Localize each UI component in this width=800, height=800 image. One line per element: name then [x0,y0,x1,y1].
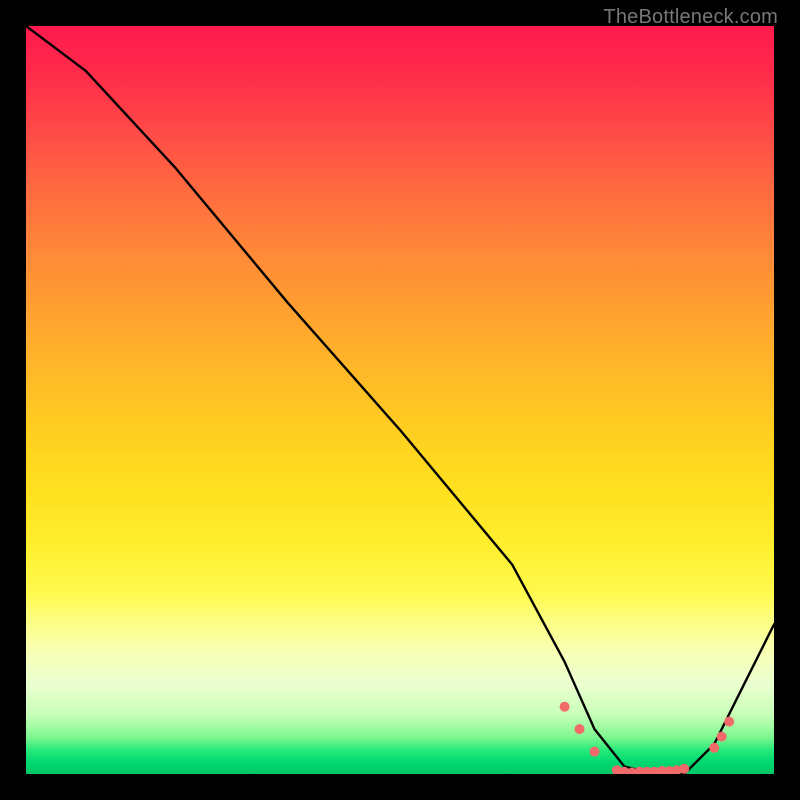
chart-container: TheBottleneck.com [0,0,800,800]
marker-dot [679,764,689,774]
marker-group [560,702,735,774]
marker-dot [560,702,570,712]
marker-dot [590,747,600,757]
watermark-text: TheBottleneck.com [603,6,778,29]
marker-dot [709,743,719,753]
marker-dot [717,732,727,742]
curve-layer [26,26,774,774]
marker-dot [724,717,734,727]
plot-area [26,26,774,774]
marker-dot [575,724,585,734]
bottleneck-curve [26,26,774,774]
